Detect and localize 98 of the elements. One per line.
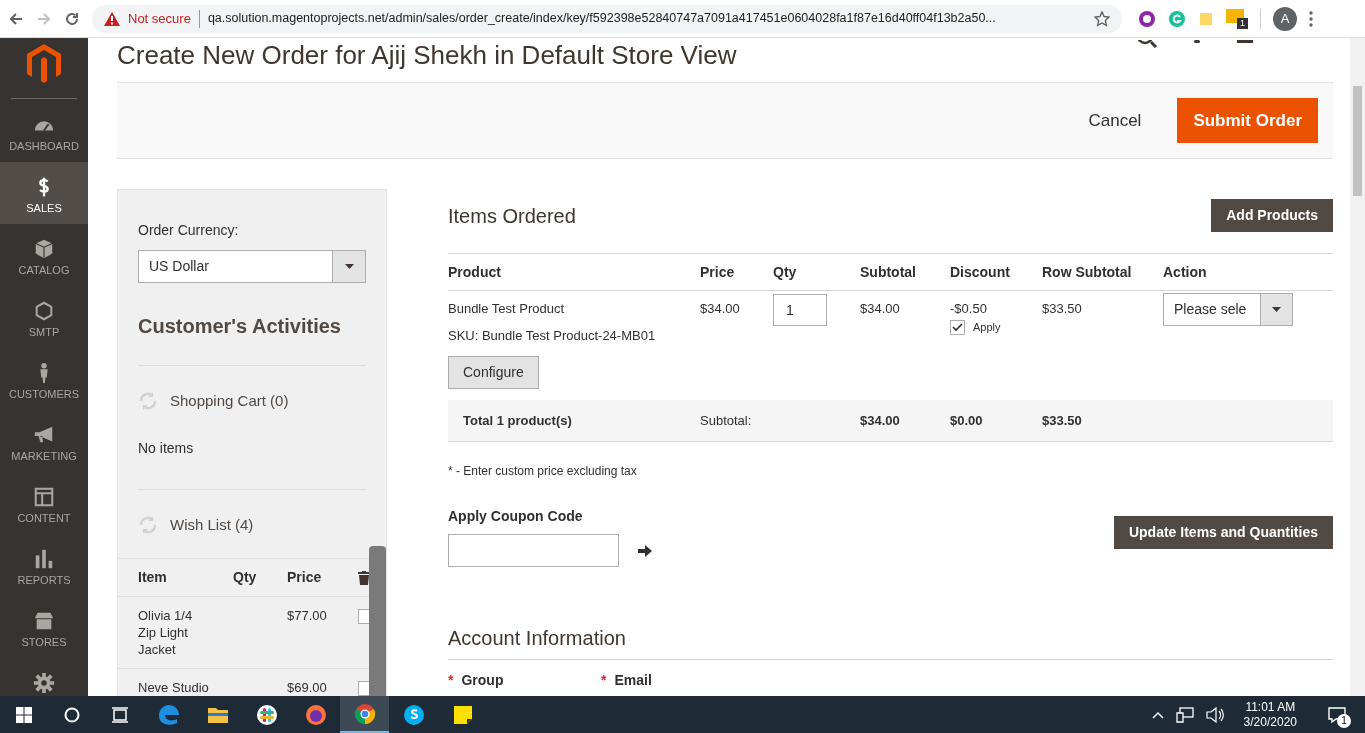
submit-order-button[interactable]: Submit Order xyxy=(1177,98,1318,143)
chevron-up-icon[interactable] xyxy=(1151,710,1164,719)
section-link[interactable]: Wish List (4) xyxy=(170,513,254,536)
trash-icon[interactable] xyxy=(358,570,370,585)
nav-item[interactable]: SALES xyxy=(0,162,88,224)
store-icon xyxy=(33,610,55,632)
totals-label: Subtotal: xyxy=(700,411,753,430)
sku-text: SKU: Bundle Test Product-24-MB01 xyxy=(448,328,656,344)
note-text: * - Enter custom price excluding tax xyxy=(448,463,638,480)
configure-button[interactable]: Configure xyxy=(448,356,539,389)
check-icon xyxy=(952,322,963,332)
field-label: Email xyxy=(614,671,652,690)
message-icon xyxy=(1328,706,1346,723)
nav-item[interactable]: MARKETING xyxy=(0,410,88,472)
security-label: Not secure xyxy=(128,9,191,28)
column-header: Discount xyxy=(950,262,1011,282)
qty-field[interactable]: 1 xyxy=(773,294,827,326)
nav-item[interactable]: SMTP xyxy=(0,286,88,348)
column-header: Qty xyxy=(233,568,258,587)
avatar[interactable]: A xyxy=(1273,6,1297,31)
required-mark: * xyxy=(448,671,454,690)
required-mark: * xyxy=(601,671,607,690)
empty-message: No items xyxy=(138,437,366,490)
table-cell-text: $33.50 xyxy=(1042,301,1083,318)
globe-icon xyxy=(303,702,328,727)
nav-item[interactable]: STORES xyxy=(0,596,88,658)
page-title: Create New Order for Ajij Shekh in Default Store View xyxy=(117,40,737,70)
coupon-field[interactable] xyxy=(448,534,619,567)
nav-item[interactable]: DASHBOARD xyxy=(0,100,88,162)
table-cell-text: $34.00 xyxy=(860,301,901,318)
column-header: Action xyxy=(1163,262,1208,282)
column-header: Price xyxy=(700,262,736,282)
logo-icon[interactable] xyxy=(27,44,61,84)
action-select[interactable]: Please sele xyxy=(1163,293,1293,326)
section-title: Customer's Activities xyxy=(138,311,366,366)
field-label: Group xyxy=(461,671,504,690)
star-icon[interactable] xyxy=(1094,10,1110,27)
column-header: Qty xyxy=(773,262,798,282)
field-label: Order Currency: xyxy=(138,221,240,240)
layout-icon xyxy=(33,486,55,508)
menu-icon[interactable] xyxy=(1309,10,1313,27)
edge-icon xyxy=(156,702,181,727)
clock[interactable]: 11:01 AM 3/20/2020 xyxy=(1235,699,1305,730)
nav-item[interactable]: CONTENT xyxy=(0,472,88,534)
scrollbar[interactable] xyxy=(1350,38,1365,696)
extension-icon[interactable] xyxy=(1138,9,1156,28)
table-cell-text: $34.00 xyxy=(860,411,901,430)
nav-item[interactable]: CUSTOMERS xyxy=(0,348,88,410)
chrome-icon xyxy=(352,701,377,726)
price-text: $77.00 xyxy=(287,607,328,625)
nav-item[interactable]: CATALOG xyxy=(0,224,88,286)
network-icon[interactable] xyxy=(1175,706,1194,723)
checkbox[interactable] xyxy=(950,319,965,335)
item-name: Neve Studio xyxy=(138,679,210,696)
arrow-icon[interactable] xyxy=(638,544,652,557)
task-view-icon xyxy=(111,706,129,723)
table-cell-text: -$0.50 xyxy=(950,301,988,317)
skype-icon xyxy=(401,702,426,727)
table-cell-text: $33.50 xyxy=(1042,411,1083,430)
scrollbar[interactable] xyxy=(369,546,386,696)
table-cell-text: $0.00 xyxy=(950,411,984,430)
table-cell-text: $34.00 xyxy=(700,301,741,318)
cancel-button[interactable]: Cancel xyxy=(1080,99,1150,142)
caret-icon xyxy=(344,264,354,269)
caret-icon xyxy=(1272,307,1281,312)
column-header: Product xyxy=(448,262,502,282)
address-bar[interactable]: Not secure qa.solution.magentoprojects.net/admin/sales/order_create/index/key/f592398e52840747a7091a417451e0604028fa1f87e16d40ff04f13b2a50... xyxy=(92,4,1122,33)
totals-label: Total 1 product(s) xyxy=(462,411,573,430)
price-text: $69.00 xyxy=(287,679,328,696)
windows-icon xyxy=(16,706,32,723)
section-title: Account Information xyxy=(448,623,1333,660)
reload-icon[interactable] xyxy=(64,10,80,27)
warning-icon xyxy=(104,11,120,26)
badge: 1 xyxy=(1237,17,1248,29)
hexagon-icon xyxy=(33,300,55,322)
nav-item[interactable]: REPORTS xyxy=(0,534,88,596)
update-items-button[interactable]: Update Items and Quantities xyxy=(1113,516,1333,549)
column-header: Subtotal xyxy=(860,262,917,282)
column-header: Price xyxy=(287,568,323,587)
circle-icon xyxy=(64,706,80,723)
field-label: Apply Coupon Code xyxy=(448,507,584,526)
currency-select[interactable]: US Dollar xyxy=(138,250,366,283)
notifications-button[interactable]: 1 xyxy=(1317,696,1357,733)
slack-icon xyxy=(254,702,279,727)
volume-icon[interactable] xyxy=(1205,706,1224,723)
section-title: Items Ordered xyxy=(448,203,576,229)
add-products-button[interactable]: Add Products xyxy=(1211,199,1333,232)
item-name: Olivia 1/4 Zip Light Jacket xyxy=(138,607,194,658)
column-header: Row Subtotal xyxy=(1042,262,1133,282)
product-name: Bundle Test Product xyxy=(448,301,565,317)
box-icon xyxy=(33,238,55,260)
column-header: Item xyxy=(138,568,168,587)
bar-chart-icon xyxy=(33,548,55,570)
url-text: qa.solution.magentoprojects.net/admin/sales/order_create/index/key/f592398e52840747a7091a417451e0604028fa1f87e16d40ff04f13b2a50... xyxy=(207,10,997,28)
checkbox-label: Apply xyxy=(973,320,1001,335)
section-link[interactable]: Shopping Cart (0) xyxy=(170,390,289,413)
back-icon[interactable] xyxy=(8,10,24,27)
badge: 1 xyxy=(1337,714,1351,728)
